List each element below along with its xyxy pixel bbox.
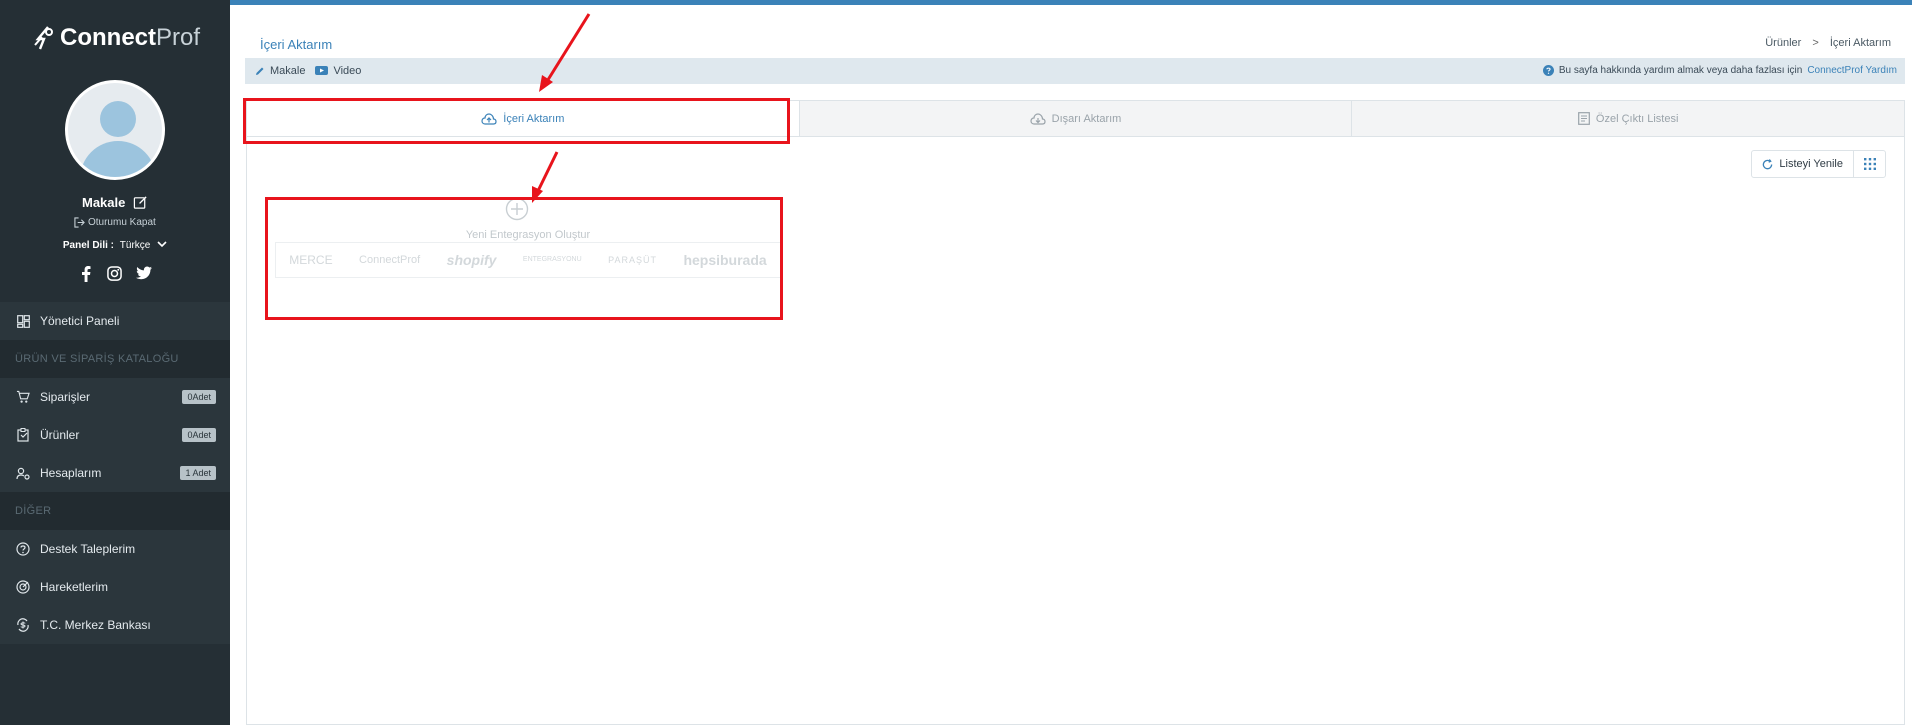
annotation-arrows bbox=[532, 13, 591, 203]
